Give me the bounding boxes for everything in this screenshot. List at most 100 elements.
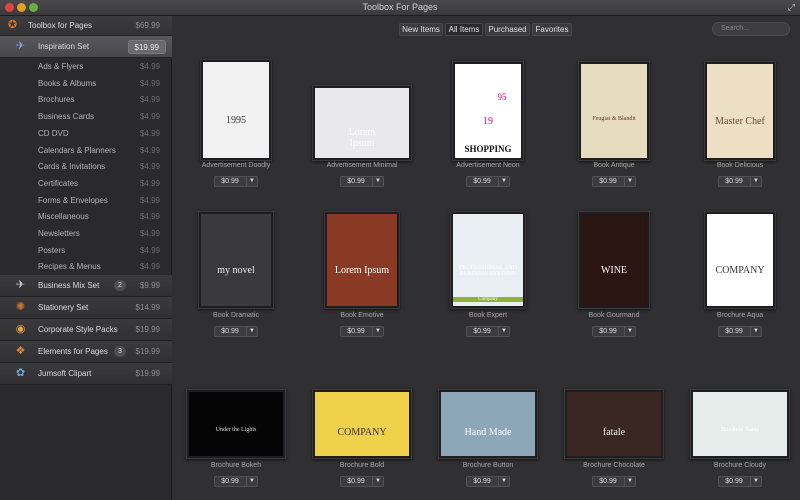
sidebar-subitem[interactable]: Calendars & Planners $4.99 bbox=[0, 142, 172, 159]
sidebar-subitem[interactable]: Ads & Flyers $4.99 bbox=[0, 58, 172, 75]
chevron-down-icon[interactable]: ▼ bbox=[246, 327, 257, 336]
price-value: $0.99 bbox=[725, 328, 743, 335]
chevron-down-icon[interactable]: ▼ bbox=[624, 177, 635, 186]
template-thumbnail[interactable]: PROFESSIONAL AND BUSINESS SYSTEMS Company bbox=[450, 211, 526, 309]
sidebar-item-toolbox[interactable]: ✪ Toolbox for Pages $69.99 bbox=[0, 16, 172, 36]
chevron-down-icon[interactable]: ▼ bbox=[498, 477, 509, 486]
template-name: Brochure Chocolate bbox=[583, 462, 645, 469]
sidebar-subitem[interactable]: CD DVD $4.99 bbox=[0, 125, 172, 142]
template-preview-image: 19 95 SHOPPING bbox=[455, 64, 521, 158]
sidebar-subitem-price: $4.99 bbox=[139, 212, 160, 222]
template-thumbnail[interactable]: WINE bbox=[578, 211, 650, 309]
search-input[interactable]: Search... bbox=[712, 22, 790, 36]
chevron-down-icon[interactable]: ▼ bbox=[624, 327, 635, 336]
template-preview-text: Master Chef bbox=[715, 115, 765, 127]
chevron-down-icon[interactable]: ▼ bbox=[246, 477, 257, 486]
chevron-down-icon[interactable]: ▼ bbox=[372, 477, 383, 486]
template-preview-text: 19 bbox=[483, 115, 493, 127]
template-thumbnail[interactable]: COMPANY bbox=[704, 211, 776, 309]
sidebar-subitem[interactable]: Posters $4.99 bbox=[0, 242, 172, 259]
template-thumbnail[interactable]: COMPANY bbox=[312, 389, 412, 459]
sidebar-set-item[interactable]: ❖ Elements for Pages 3 $19.99 bbox=[0, 341, 172, 363]
chevron-down-icon[interactable]: ▼ bbox=[372, 327, 383, 336]
template-thumbnail[interactable]: Lorem Ipsum bbox=[324, 211, 400, 309]
template-name: Brochure Bokeh bbox=[210, 462, 262, 469]
filter-all-items[interactable]: All Items bbox=[445, 23, 483, 36]
sidebar-subitem-label: Newsletters bbox=[38, 229, 80, 238]
price-button[interactable]: $0.99 ▼ bbox=[466, 176, 510, 187]
filter-purchased[interactable]: Purchased bbox=[485, 23, 530, 36]
sidebar-subitem[interactable]: Newsletters $4.99 bbox=[0, 225, 172, 242]
template-thumbnail[interactable]: Under the Lights bbox=[186, 389, 286, 459]
chevron-down-icon[interactable]: ▼ bbox=[498, 177, 509, 186]
price-value: $0.99 bbox=[347, 328, 365, 335]
sidebar-subitem-price: $4.99 bbox=[139, 62, 160, 71]
sidebar-subitem[interactable]: Forms & Envelopes $4.99 bbox=[0, 192, 172, 209]
chevron-down-icon[interactable]: ▼ bbox=[624, 477, 635, 486]
sidebar-subitem[interactable]: Certificates $4.99 bbox=[0, 175, 172, 192]
sidebar: ✪ Toolbox for Pages $69.99 ✈ Inspiration… bbox=[0, 16, 172, 500]
template-thumbnail[interactable]: 19 95 SHOPPING bbox=[452, 61, 524, 161]
price-button[interactable]: $0.99 ▼ bbox=[214, 476, 258, 487]
chevron-down-icon[interactable]: ▼ bbox=[750, 477, 761, 486]
stamp-icon: ✺ bbox=[15, 301, 26, 313]
sidebar-subitem[interactable]: Miscellaneous $4.99 bbox=[0, 208, 172, 225]
filter-favorites[interactable]: Favorites bbox=[532, 23, 572, 36]
sidebar-set-item[interactable]: ✈ Business Mix Set 2 $9.99 bbox=[0, 275, 172, 297]
template-thumbnail[interactable]: Brochure Name bbox=[690, 389, 790, 459]
template-name: Brochure Aqua bbox=[716, 312, 764, 319]
chevron-down-icon[interactable]: ▼ bbox=[750, 177, 761, 186]
sidebar-set-item[interactable]: ✿ Jumsoft Clipart $19.99 bbox=[0, 363, 172, 385]
template-thumbnail[interactable]: Feugiat & Blandit bbox=[578, 61, 650, 161]
template-preview-text: my novel bbox=[217, 264, 255, 276]
price-button[interactable]: $0.99 ▼ bbox=[592, 476, 636, 487]
sidebar-set-item[interactable]: ✺ Stationery Set $14.99 bbox=[0, 297, 172, 319]
price-button[interactable]: $0.99 ▼ bbox=[340, 476, 384, 487]
sidebar-subitem[interactable]: Recipes & Menus $4.99 bbox=[0, 258, 172, 275]
sidebar-item-price: $9.99 bbox=[139, 281, 160, 290]
sidebar-subitem-price: $4.99 bbox=[139, 128, 160, 138]
price-value: $0.99 bbox=[347, 478, 365, 485]
price-button[interactable]: $0.99 ▼ bbox=[718, 176, 762, 187]
price-button[interactable]: $0.99 ▼ bbox=[214, 176, 258, 187]
template-thumbnail[interactable]: my novel bbox=[198, 211, 274, 309]
price-button[interactable]: $0.99 ▼ bbox=[718, 476, 762, 487]
sidebar-subitem-price: $4.99 bbox=[139, 245, 160, 255]
sidebar-subitem[interactable]: Books & Albums $4.99 bbox=[0, 75, 172, 92]
chevron-down-icon[interactable]: ▼ bbox=[498, 327, 509, 336]
filter-new-items[interactable]: New Items bbox=[399, 23, 443, 36]
template-thumbnail[interactable]: Master Chef bbox=[704, 61, 776, 161]
chevron-down-icon[interactable]: ▼ bbox=[246, 177, 257, 186]
sidebar-set-item[interactable]: ◉ Corporate Style Packs $19.99 bbox=[0, 319, 172, 341]
chevron-down-icon[interactable]: ▼ bbox=[750, 327, 761, 336]
price-button[interactable]: $0.99 ▼ bbox=[592, 176, 636, 187]
template-thumbnail[interactable]: Hand Made bbox=[438, 389, 538, 459]
sidebar-subitem[interactable]: Business Cards $4.99 bbox=[0, 108, 172, 125]
price-button[interactable]: $0.99 ▼ bbox=[340, 326, 384, 337]
fullscreen-icon[interactable]: ⤢ bbox=[788, 2, 795, 13]
sidebar-subitem[interactable]: Brochures $4.99 bbox=[0, 91, 172, 108]
template-name: Book Gourmand bbox=[588, 312, 640, 319]
price-button[interactable]: $0.99 ▼ bbox=[214, 326, 258, 337]
sidebar-item-inspiration-set[interactable]: ✈ Inspiration Set $19.99 bbox=[0, 36, 172, 58]
price-button[interactable]: $0.99 ▼ bbox=[466, 326, 510, 337]
price-button[interactable]: $0.99 ▼ bbox=[718, 326, 762, 337]
price-button[interactable]: $0.99 ▼ bbox=[466, 476, 510, 487]
chevron-down-icon[interactable]: ▼ bbox=[372, 177, 383, 186]
sidebar-subitem[interactable]: Cards & Invitations $4.99 bbox=[0, 158, 172, 175]
template-thumbnail[interactable]: fatale bbox=[564, 389, 664, 459]
price-value: $0.99 bbox=[221, 328, 239, 335]
buy-set-button[interactable]: $19.99 bbox=[127, 40, 166, 54]
template-preview-image: my novel bbox=[201, 214, 271, 306]
template-thumbnail[interactable]: 1995 bbox=[200, 59, 272, 161]
price-button[interactable]: $0.99 ▼ bbox=[340, 176, 384, 187]
sidebar-subitem-price: $4.99 bbox=[139, 262, 160, 272]
sidebar-subitem-label: Certificates bbox=[38, 178, 79, 188]
template-preview-text: Feugiat & Blandit bbox=[592, 115, 636, 122]
price-button[interactable]: $0.99 ▼ bbox=[592, 326, 636, 337]
price-value: $0.99 bbox=[599, 328, 617, 335]
plane-icon: ✈ bbox=[15, 279, 26, 291]
sidebar-subitem-price: $4.99 bbox=[139, 78, 160, 88]
template-thumbnail[interactable]: Lorem Ipsum bbox=[312, 85, 412, 161]
template-preview-image: Brochure Name bbox=[693, 392, 787, 456]
